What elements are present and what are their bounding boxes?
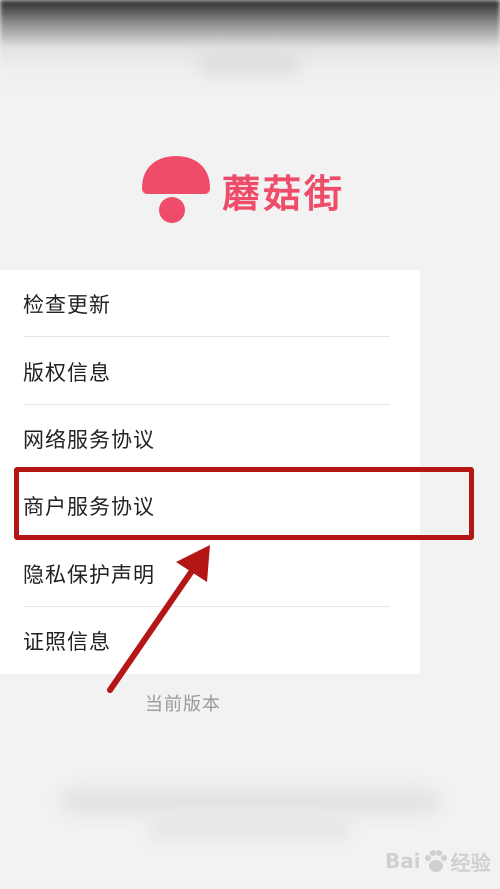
about-menu-list: 检查更新 版权信息 网络服务协议 商户服务协议 隐私保护声明 证照信息 bbox=[0, 270, 420, 674]
menu-item-label: 商户服务协议 bbox=[23, 494, 155, 519]
status-bar bbox=[0, 0, 500, 100]
menu-item-merchant-service-agreement[interactable]: 商户服务协议 bbox=[0, 472, 420, 539]
divider bbox=[23, 538, 390, 539]
watermark-text: Bai bbox=[385, 849, 421, 873]
menu-item-license-info[interactable]: 证照信息 bbox=[0, 607, 420, 674]
menu-item-check-update[interactable]: 检查更新 bbox=[0, 270, 420, 337]
menu-item-label: 证照信息 bbox=[23, 629, 111, 654]
menu-item-label: 网络服务协议 bbox=[23, 427, 155, 452]
menu-item-label: 版权信息 bbox=[23, 360, 111, 385]
menu-item-network-service-agreement[interactable]: 网络服务协议 bbox=[0, 405, 420, 472]
app-logo: 蘑菇街 bbox=[138, 150, 378, 230]
watermark-text: 经验 bbox=[450, 850, 491, 875]
menu-item-label: 隐私保护声明 bbox=[23, 562, 155, 587]
mushroom-icon bbox=[142, 156, 210, 223]
app-name: 蘑菇街 bbox=[222, 171, 346, 216]
paw-icon bbox=[424, 850, 447, 872]
version-label: 当前版本 bbox=[145, 694, 221, 715]
divider bbox=[23, 336, 390, 337]
menu-item-label: 检查更新 bbox=[23, 292, 111, 317]
nav-title-blurred bbox=[200, 52, 300, 74]
footer-text-blurred bbox=[150, 820, 350, 838]
watermark: Bai 经验 bbox=[385, 838, 500, 884]
menu-item-copyright[interactable]: 版权信息 bbox=[0, 338, 420, 405]
menu-item-privacy-statement[interactable]: 隐私保护声明 bbox=[0, 540, 420, 607]
footer-text-blurred bbox=[60, 790, 440, 812]
